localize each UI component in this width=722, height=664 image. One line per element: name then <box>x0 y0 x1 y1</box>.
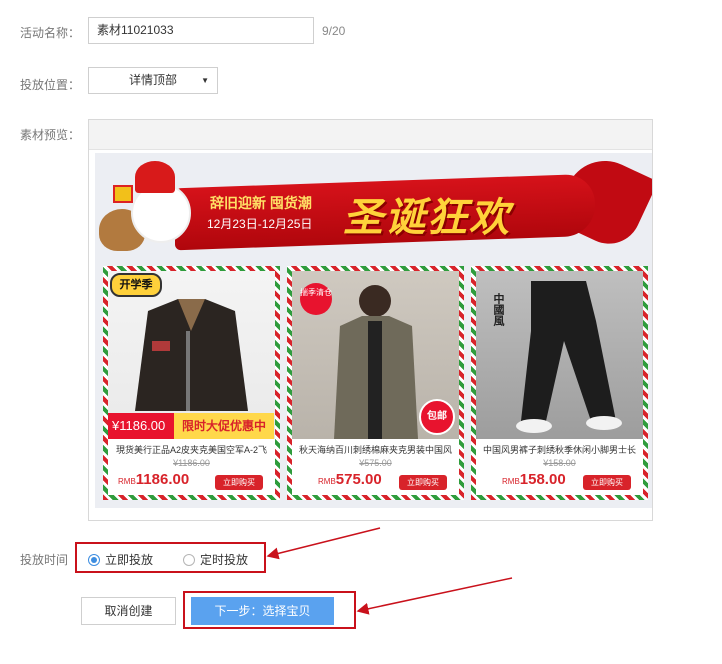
santa-hat-icon <box>135 161 175 193</box>
name-char-counter: 9/20 <box>322 24 346 38</box>
banner-headline: 辞旧迎新 囤货潮 <box>210 195 312 211</box>
radio-immediate[interactable]: 立即投放 <box>88 551 153 568</box>
position-select-value: 详情顶部 <box>128 73 177 87</box>
annotation-arrow <box>266 527 381 560</box>
radio-scheduled[interactable]: 定时投放 <box>183 551 248 568</box>
product-title: 中国风男裤子刺绣秋季休闲小脚男士长 <box>482 445 636 455</box>
free-shipping-badge: 包邮 <box>419 399 455 435</box>
product-card: 揣季清仓 包邮 秋天海纳百川刺绣棉麻夹克男装中国风 ¥575.00 RMB575… <box>287 266 464 500</box>
product-tag-price: ¥1186.00 <box>108 413 176 439</box>
preview-image: 辞旧迎新 囤货潮 12月23日-12月25日 圣诞狂欢 开学季 ¥1186.00… <box>95 153 652 508</box>
next-step-button[interactable]: 下一步：选择宝贝 <box>191 597 334 625</box>
product-original-price: ¥1186.00 <box>173 458 210 468</box>
currency-label: RMB <box>318 477 336 486</box>
product-price: RMB575.00 <box>318 471 382 488</box>
radio-dot-icon <box>88 553 100 566</box>
product-price: RMB158.00 <box>502 471 566 488</box>
product-original-price: ¥158.00 <box>543 458 576 468</box>
product-badge: 开学季 <box>110 273 162 297</box>
product-title: 現货美行正品A2皮夹克美国空军A-2飞 <box>115 445 267 455</box>
gift-box-icon <box>113 185 133 203</box>
annotation-arrow <box>356 577 513 615</box>
product-card: 中國風 中国风男裤子刺绣秋季休闲小脚男士长 ¥158.00 RMB158.00 … <box>471 266 648 500</box>
currency-label: RMB <box>118 477 136 486</box>
radio-scheduled-label: 定时投放 <box>200 553 249 567</box>
schedule-label: 投放时间 <box>20 553 69 567</box>
cancel-button[interactable]: 取消创建 <box>81 597 176 625</box>
buy-now-button[interactable]: 立即购买 <box>583 475 631 490</box>
product-original-price: ¥575.00 <box>359 458 392 468</box>
price-value: 1186.00 <box>135 471 190 488</box>
radio-immediate-label: 立即投放 <box>105 553 154 567</box>
position-select[interactable]: 详情顶部 ▼ <box>88 67 218 94</box>
product-badge: 揣季清仓 <box>300 283 332 315</box>
caret-down-icon: ▼ <box>201 76 209 85</box>
banner-big-title: 圣诞狂欢 <box>343 196 511 240</box>
preview-header <box>89 120 652 150</box>
position-label: 投放位置： <box>20 78 81 92</box>
price-value: 575.00 <box>335 471 382 488</box>
price-value: 158.00 <box>519 471 566 488</box>
product-title: 秋天海纳百川刺绣棉麻夹克男装中国风 <box>298 445 452 455</box>
buy-now-button[interactable]: 立即购买 <box>215 475 263 490</box>
currency-label: RMB <box>502 477 520 486</box>
preview-label: 素材预览： <box>20 128 81 142</box>
activity-name-label: 活动名称： <box>20 26 81 40</box>
product-price: RMB1186.00 <box>118 471 189 488</box>
radio-dot-icon <box>183 553 195 566</box>
product-card: 开学季 ¥1186.00 限时大促优惠中 現货美行正品A2皮夹克美国空军A-2飞… <box>103 266 280 500</box>
product-tag-promo: 限时大促优惠中 <box>174 413 274 439</box>
banner-dates: 12月23日-12月25日 <box>207 217 313 231</box>
buy-now-button[interactable]: 立即购买 <box>399 475 447 490</box>
product-badge: 中國風 <box>492 293 504 326</box>
activity-name-input[interactable]: 素材11021033 <box>88 17 314 44</box>
